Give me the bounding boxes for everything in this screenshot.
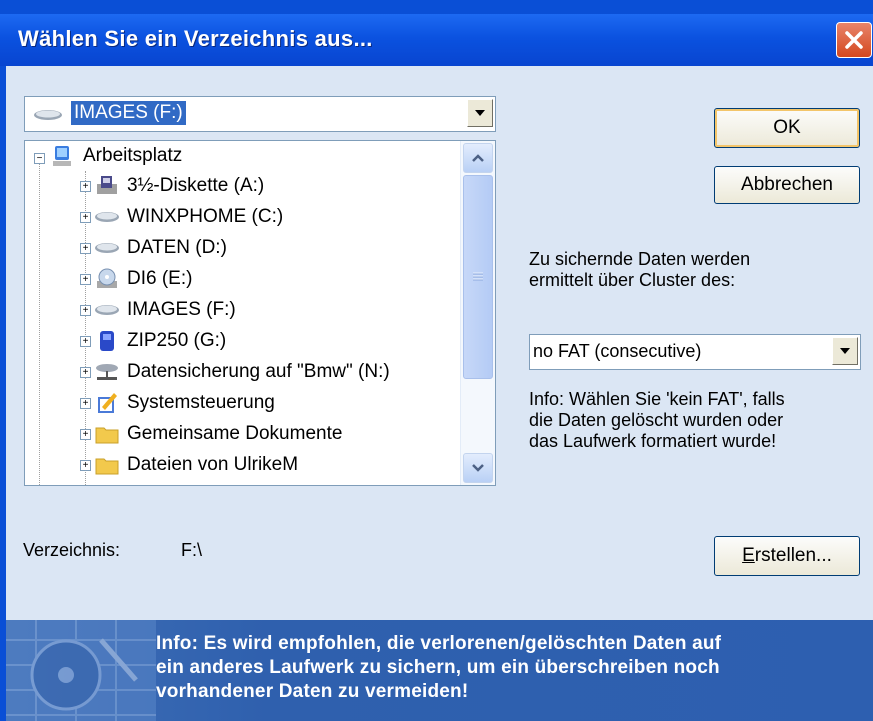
tree-item[interactable]: ZIP250 (G:) (93, 326, 226, 356)
fat-info-line: das Laufwerk formatiert wurde! (529, 431, 777, 451)
scroll-thumb[interactable] (463, 175, 493, 379)
chevron-down-icon (472, 464, 484, 472)
folder-icon (93, 453, 121, 477)
zip-drive-icon (93, 329, 121, 353)
tree-item[interactable]: Datensicherung auf "Bmw" (N:) (93, 357, 390, 387)
tree-item-label: 3½-Diskette (A:) (127, 175, 265, 196)
tree-expand-toggle[interactable]: + (80, 367, 91, 378)
tree-expand-toggle[interactable]: + (80, 181, 91, 192)
tree-item[interactable]: 3½-Diskette (A:) (93, 171, 264, 201)
tree-expand-toggle[interactable]: + (80, 398, 91, 409)
fat-info-line: Info: Wählen Sie 'kein FAT', falls (529, 389, 785, 409)
drive-icon (93, 236, 121, 260)
close-button[interactable] (836, 22, 872, 58)
scroll-up-button[interactable] (463, 143, 493, 173)
info-banner-line: vorhandener Daten zu vermeiden! (156, 681, 469, 702)
tree-expand-toggle[interactable]: + (80, 305, 91, 316)
folder-icon (93, 422, 121, 446)
tree-expand-toggle[interactable]: + (80, 274, 91, 285)
tree-item[interactable]: DATEN (D:) (93, 233, 227, 263)
fat-mode-dropdown-button[interactable] (832, 337, 858, 365)
scroll-down-button[interactable] (463, 453, 493, 483)
drive-icon (34, 110, 62, 120)
cluster-label-line: ermittelt über Cluster des: (529, 270, 736, 290)
cluster-label: Zu sichernde Daten werden ermittelt über… (529, 249, 750, 291)
tree-item[interactable]: IMAGES (F:) (93, 295, 236, 325)
tree-item-label: DI6 (E:) (127, 268, 193, 289)
close-icon (845, 31, 863, 49)
tree-item[interactable]: DI6 (E:) (93, 264, 192, 294)
title-bar: Wählen Sie ein Verzeichnis aus... (0, 14, 873, 66)
tree-item-label: Gemeinsame Dokumente (127, 423, 343, 444)
fat-mode-select-value: no FAT (consecutive) (533, 341, 702, 361)
drive-select-value: IMAGES (F:) (70, 100, 187, 126)
tree-expand-toggle[interactable]: + (80, 212, 91, 223)
control-panel-icon (93, 391, 121, 415)
tree-item-label: Systemsteuerung (127, 392, 275, 413)
directory-value: F:\ (181, 540, 202, 560)
chevron-up-icon (472, 154, 484, 162)
create-button[interactable]: Erstellen... (714, 536, 860, 576)
tree-collapse-toggle[interactable]: − (34, 153, 45, 164)
tree-item-label: IMAGES (F:) (127, 299, 236, 320)
chevron-down-icon (475, 110, 485, 116)
cd-drive-icon (93, 267, 121, 291)
create-button-label: rstellen... (754, 545, 832, 566)
ok-button[interactable]: OK (714, 108, 860, 148)
cluster-label-line: Zu sichernde Daten werden (529, 249, 751, 269)
directory-label: Verzeichnis: (23, 540, 121, 560)
tree-item-arbeitsplatz[interactable]: Arbeitsplatz (49, 141, 182, 171)
fat-info-text: Info: Wählen Sie 'kein FAT', falls die D… (529, 389, 785, 452)
tree-expand-toggle[interactable]: + (80, 336, 91, 347)
drive-select[interactable]: IMAGES (F:) (24, 96, 496, 132)
fat-info-line: die Daten gelöscht wurden oder (529, 410, 784, 430)
tree-item[interactable]: WINXPHOME (C:) (93, 202, 283, 232)
info-banner-line: Info: Es wird empfohlen, die verlorenen/… (156, 633, 722, 654)
grip-icon (473, 272, 483, 281)
folder-tree[interactable]: − Arbeitsplatz + 3½-Diskette (A:) + WINX… (24, 140, 496, 486)
drive-select-dropdown-button[interactable] (467, 99, 493, 127)
drive-icon (93, 205, 121, 229)
tree-vertical-scrollbar[interactable] (460, 141, 495, 485)
info-banner-line: ein anderes Laufwerk zu sichern, um ein … (156, 657, 720, 678)
drive-icon (93, 298, 121, 322)
tree-item[interactable]: Gemeinsame Dokumente (93, 419, 342, 449)
tree-item-label: DATEN (D:) (127, 237, 227, 258)
info-banner-text: Info: Es wird empfohlen, die verlorenen/… (156, 632, 866, 704)
fat-mode-select[interactable]: no FAT (consecutive) (529, 334, 861, 370)
window-title: Wählen Sie ein Verzeichnis aus... (18, 26, 373, 51)
tree-item[interactable]: Dateien von UlrikeM (93, 450, 298, 480)
tree-item-label: ZIP250 (G:) (127, 330, 227, 351)
tree-item-label: Datensicherung auf "Bmw" (N:) (127, 361, 390, 382)
dialog-window: Wählen Sie ein Verzeichnis aus... IMAGES… (0, 0, 873, 721)
tree-item-label: WINXPHOME (C:) (127, 206, 284, 227)
hard-drive-illustration-icon (6, 620, 156, 721)
tree-expand-toggle[interactable]: + (80, 460, 91, 471)
tree-expand-toggle[interactable]: + (80, 243, 91, 254)
tree-item-label: Arbeitsplatz (83, 145, 183, 166)
create-button-accelerator: E (742, 545, 755, 566)
info-banner: Info: Es wird empfohlen, die verlorenen/… (6, 620, 873, 721)
chevron-down-icon (840, 348, 850, 354)
my-computer-icon (49, 144, 77, 168)
tree-item[interactable]: Systemsteuerung (93, 388, 275, 418)
cancel-button[interactable]: Abbrechen (714, 166, 860, 204)
dialog-client-area: IMAGES (F:) − Arbeitsplatz + 3½-Diskette… (6, 66, 873, 721)
tree-expand-toggle[interactable]: + (80, 429, 91, 440)
floppy-icon (93, 174, 121, 198)
network-drive-icon (93, 360, 121, 384)
tree-item-label: Dateien von UlrikeM (127, 454, 299, 475)
tree-line (39, 155, 40, 485)
